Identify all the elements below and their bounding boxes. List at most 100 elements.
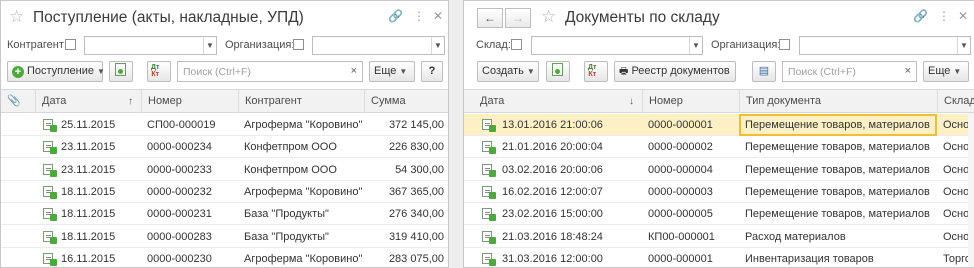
- back-button[interactable]: ←: [477, 8, 503, 28]
- counterparty-cell: Агроферма "Коровино": [244, 119, 363, 131]
- search-input[interactable]: Поиск (Ctrl+F) ×: [782, 61, 917, 82]
- organization-select[interactable]: ▼: [312, 36, 445, 55]
- table-row[interactable]: 18.11.2015 0000-000231 База "Продукты" 276 …: [1, 203, 448, 226]
- column-sum-label: Сумма: [371, 95, 406, 107]
- organization-checkbox[interactable]: [293, 39, 304, 50]
- date-cell: 31.03.2016 12:00:00: [502, 252, 603, 265]
- dt-kt-button[interactable]: Дт Кт: [584, 61, 608, 82]
- clear-icon[interactable]: ×: [351, 65, 357, 77]
- close-icon[interactable]: ✕: [433, 10, 443, 22]
- column-number-label: Номер: [148, 95, 182, 107]
- table-row[interactable]: 25.11.2015 СП00-000019 Агроферма "Коровино…: [1, 114, 448, 136]
- filter-row: Склад: ▼ Организация: ▼: [464, 35, 974, 57]
- warehouse-cell: Основ: [943, 119, 969, 131]
- column-number-label: Номер: [649, 95, 683, 107]
- date-cell: 25.11.2015: [61, 119, 116, 131]
- date-cell: 18.11.2015: [61, 230, 116, 243]
- table-row[interactable]: 16.02.2016 12:00:07 0000-000003 Перемещени…: [464, 181, 974, 203]
- create-based-on-button[interactable]: [546, 61, 570, 82]
- document-type-cell: Перемещение товаров, материалов: [745, 185, 930, 198]
- help-label: ?: [428, 65, 436, 77]
- sort-asc-icon: ↑: [128, 96, 133, 107]
- dt-kt-button[interactable]: Дт Кт: [147, 61, 171, 82]
- table-row[interactable]: 21.01.2016 20:00:04 0000-000002 Перемещени…: [464, 136, 974, 159]
- close-icon[interactable]: ✕: [958, 10, 968, 22]
- dt-kt-icon: Дт Кт: [151, 64, 160, 78]
- report-settings-button[interactable]: ▤: [752, 61, 776, 82]
- toolbar: Создать ▼ Дт Кт 🖶 Реестр документов ▤ Поиск…: [464, 60, 974, 84]
- help-button[interactable]: ?: [421, 61, 443, 82]
- search-input[interactable]: Поиск (Ctrl+F) ×: [177, 61, 363, 82]
- date-cell: 23.02.2016 15:00:00: [502, 208, 603, 221]
- document-registry-button[interactable]: 🖶 Реестр документов: [614, 61, 736, 82]
- column-header-date[interactable]: Дата ↓: [474, 90, 642, 113]
- paperclip-icon: 📎: [7, 95, 21, 107]
- create-button[interactable]: Создать ▼: [477, 61, 539, 82]
- table-row[interactable]: 21.03.2016 18:48:24 КП00-000001 Расход мат…: [464, 226, 974, 248]
- create-receipt-button[interactable]: + Поступление ▼: [7, 61, 105, 82]
- more-vertical-icon[interactable]: ⋮: [413, 10, 425, 22]
- column-header-counterparty[interactable]: Контрагент: [238, 90, 364, 113]
- link-icon[interactable]: 🔗: [388, 10, 403, 22]
- warehouse-select[interactable]: ▼: [531, 36, 703, 55]
- vertical-scrollbar[interactable]: [968, 113, 974, 267]
- printer-icon: 🖶: [619, 66, 629, 77]
- column-header-number[interactable]: Номер: [642, 90, 739, 113]
- organization-checkbox[interactable]: [779, 39, 790, 50]
- column-header-type[interactable]: Тип документа: [739, 90, 937, 113]
- posted-document-icon: [482, 119, 496, 132]
- column-header-sum[interactable]: Сумма: [364, 90, 448, 113]
- table-row[interactable]: 18.11.2015 0000-000232 Агроферма "Коровино…: [1, 181, 448, 203]
- chevron-down-icon: ▼: [953, 67, 962, 76]
- number-cell: 0000-000005: [648, 208, 713, 221]
- star-icon[interactable]: ☆: [541, 8, 556, 25]
- table-row[interactable]: 13.01.2016 21:00:06 0000-000001 Перемещени…: [464, 114, 974, 136]
- link-icon[interactable]: 🔗: [913, 10, 928, 22]
- more-vertical-icon[interactable]: ⋮: [938, 10, 950, 22]
- column-header-date[interactable]: Дата ↑: [35, 90, 141, 113]
- table-row[interactable]: 03.02.2016 20:00:06 0000-000004 Перемещени…: [464, 159, 974, 181]
- more-button[interactable]: Еще ▼: [369, 61, 415, 82]
- column-header-number[interactable]: Номер: [141, 90, 238, 113]
- forward-button[interactable]: →: [505, 8, 531, 28]
- warehouse-checkbox[interactable]: [511, 39, 522, 50]
- table-row[interactable]: 18.11.2015 0000-000283 База "Продукты" 319 …: [1, 226, 448, 248]
- posted-document-icon: [482, 252, 496, 266]
- create-based-on-button[interactable]: [109, 61, 133, 82]
- table-row[interactable]: 23.02.2016 15:00:00 0000-000005 Перемещени…: [464, 203, 974, 226]
- warehouse-cell: Основ: [943, 208, 969, 221]
- counterparty-select[interactable]: ▼: [84, 36, 217, 55]
- table-header: 📎 Дата ↑ Номер Контрагент Сумма: [1, 90, 448, 113]
- warehouse-documents-window: ← → ☆ Документы по складу 🔗 ⋮ ✕ Склад: ▼…: [463, 0, 974, 268]
- document-type-cell: Расход материалов: [745, 230, 846, 243]
- table-row[interactable]: 23.11.2015 0000-000233 Конфетпром ООО 54 30…: [1, 159, 448, 181]
- warehouse-cell: Торгов: [943, 252, 969, 265]
- number-cell: СП00-000019: [147, 119, 216, 131]
- star-icon[interactable]: ☆: [9, 8, 24, 25]
- chevron-down-icon: ▼: [399, 67, 408, 76]
- organization-select[interactable]: ▼: [799, 36, 971, 55]
- sort-desc-icon: ↓: [629, 96, 634, 107]
- clear-icon[interactable]: ×: [905, 65, 911, 77]
- document-type-cell: Перемещение товаров, материалов: [739, 114, 937, 136]
- date-cell: 23.11.2015: [61, 141, 116, 154]
- date-cell: 13.01.2016 21:00:06: [502, 119, 603, 131]
- sum-cell: 276 340,00: [388, 208, 444, 221]
- table-row[interactable]: 16.11.2015 0000-000230 Агроферма "Коровино…: [1, 248, 448, 267]
- date-cell: 18.11.2015: [61, 208, 116, 221]
- column-header-warehouse[interactable]: Склад: [937, 90, 974, 113]
- table-row[interactable]: 31.03.2016 12:00:00 0000-000001 Инвентариз…: [464, 248, 974, 267]
- chevron-down-icon: ▼: [689, 37, 702, 54]
- back-arrow-icon: ←: [484, 11, 496, 25]
- date-cell: 16.11.2015: [61, 252, 116, 265]
- more-button[interactable]: Еще ▼: [923, 61, 969, 82]
- table-row[interactable]: 23.11.2015 0000-000234 Конфетпром ООО 226 8…: [1, 136, 448, 159]
- number-cell: 0000-000233: [147, 163, 212, 176]
- date-cell: 16.02.2016 12:00:07: [502, 185, 603, 198]
- attachment-column-header[interactable]: 📎: [1, 90, 35, 113]
- organization-label: Организация:: [225, 39, 295, 51]
- more-label: Еще: [374, 65, 397, 77]
- document-type-cell: Перемещение товаров, материалов: [745, 163, 930, 176]
- counterparty-checkbox[interactable]: [65, 39, 76, 50]
- column-counterparty-label: Контрагент: [245, 95, 302, 107]
